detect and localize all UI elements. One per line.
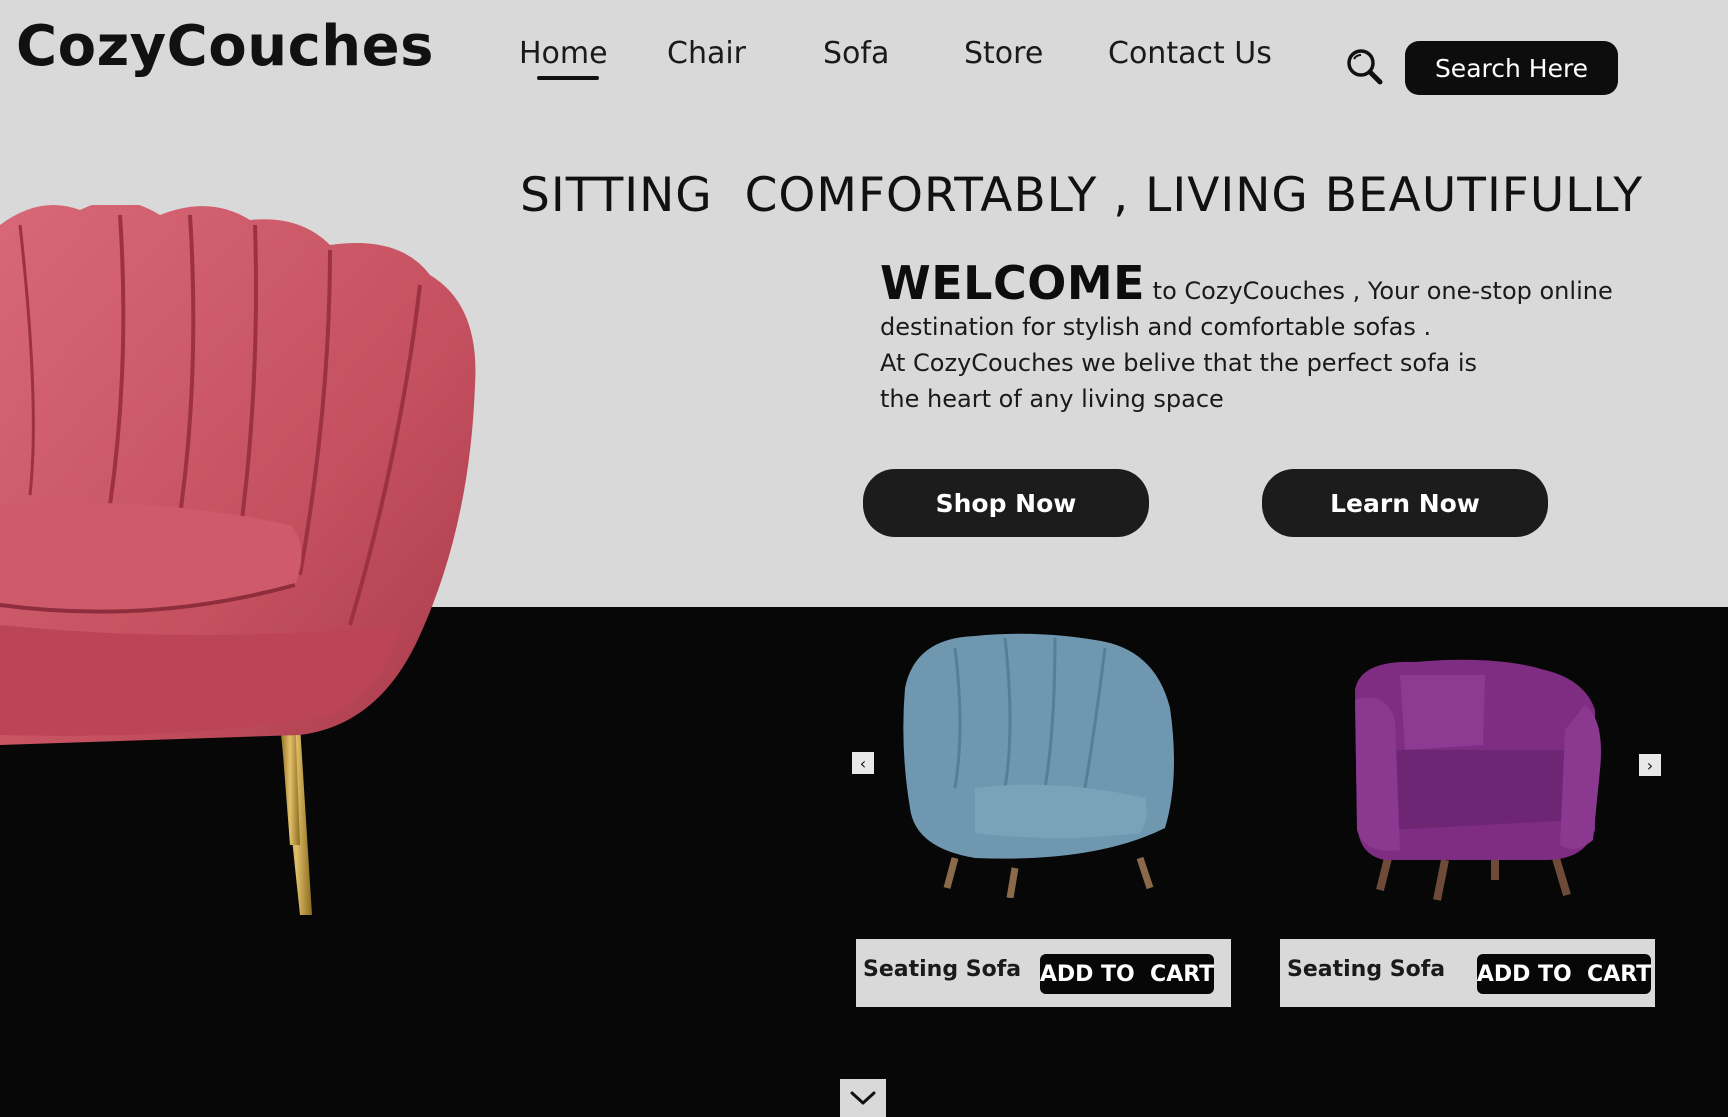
add-to-cart-button[interactable]: ADD TO CART [1040, 954, 1214, 994]
scroll-down-button[interactable] [840, 1079, 886, 1117]
search-button[interactable]: Search Here [1405, 41, 1618, 95]
welcome-text: WELCOME to CozyCouches , Your one-stop o… [880, 258, 1620, 417]
nav-store[interactable]: Store [964, 36, 1043, 71]
product-title: Seating Sofa [1287, 957, 1446, 982]
nav-chair[interactable]: Chair [667, 36, 746, 71]
nav-sofa[interactable]: Sofa [823, 36, 889, 71]
learn-now-button[interactable]: Learn Now [1262, 469, 1548, 537]
welcome-line-4: the heart of any living space [880, 385, 1224, 413]
shop-now-button[interactable]: Shop Now [863, 469, 1149, 537]
search-icon[interactable] [1344, 46, 1384, 86]
welcome-line-2: destination for stylish and comfortable … [880, 313, 1432, 341]
product-image-blue-chair [903, 633, 1174, 898]
nav-home[interactable]: Home [519, 36, 608, 71]
chevron-left-icon[interactable]: ‹ [852, 752, 874, 774]
nav-active-indicator [537, 76, 599, 80]
welcome-heading: WELCOME [880, 256, 1146, 310]
product-title: Seating Sofa [863, 957, 1022, 982]
product-card-2[interactable]: Seating Sofa ADD TO CART [1280, 939, 1655, 1007]
welcome-line-3: At CozyCouches we belive that the perfec… [880, 349, 1478, 377]
add-to-cart-button[interactable]: ADD TO CART [1477, 954, 1651, 994]
chevron-right-icon[interactable]: › [1639, 754, 1661, 776]
product-card-1[interactable]: Seating Sofa ADD TO CART [856, 939, 1231, 1007]
hero-headline: SITTING COMFORTABLY , LIVING BEAUTIFULLY [520, 168, 1644, 223]
product-image-purple-chair [1355, 659, 1601, 901]
brand-logo[interactable]: CozyCouches [16, 14, 434, 79]
welcome-line-1: to CozyCouches , Your one-stop online [1145, 277, 1613, 305]
chevron-down-icon [850, 1091, 876, 1105]
nav-contact-us[interactable]: Contact Us [1108, 36, 1272, 71]
hero-chair-image [0, 205, 476, 915]
